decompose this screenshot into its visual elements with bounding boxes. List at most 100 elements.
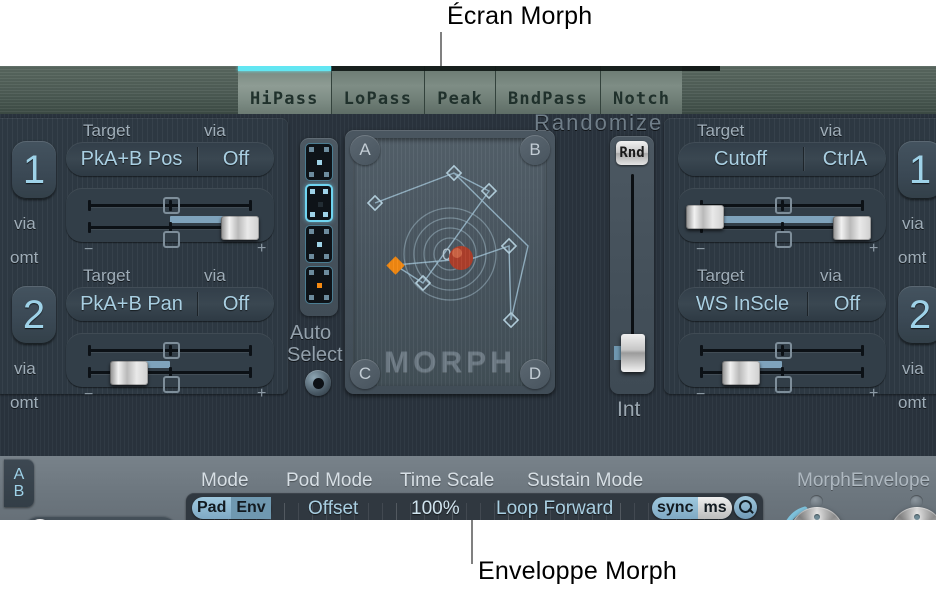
right-slot2-value-pill[interactable]: WS InScle Off xyxy=(678,287,886,321)
left-slot2-amount-label: omt xyxy=(10,393,39,412)
left-slot2-plus: + xyxy=(257,385,267,402)
randomize-int-label: Int xyxy=(617,398,641,421)
filter-type-tabs: HiPass LoPass Peak BndPass Notch xyxy=(238,66,683,114)
morph-pad-start-point xyxy=(386,256,405,275)
envelope-mode-pad[interactable]: Pad xyxy=(192,497,231,519)
modulation-knob-wrapper xyxy=(881,495,936,520)
morph-pad-frame: 0 MORPH A B C D xyxy=(345,130,555,394)
tab-peak[interactable]: Peak xyxy=(425,66,496,114)
right-slot2-plus: + xyxy=(869,385,879,402)
right-slot1-slider-knob-high[interactable] xyxy=(833,216,871,240)
tab-indicator xyxy=(425,66,495,71)
right-slot1-minus: − xyxy=(696,241,706,258)
left-slot2-via-handle-top[interactable] xyxy=(163,342,180,359)
right-slot1-slider-knob-low[interactable] xyxy=(686,205,724,229)
tab-hipass-label: HiPass xyxy=(250,89,319,109)
randomize-slider-knob[interactable] xyxy=(621,334,645,372)
left-slot1-number: 1 xyxy=(12,141,56,199)
morph-envelope-display[interactable]: Pad Env Offset 100% Loop Forward sync ms… xyxy=(186,493,763,520)
left-slot2-number: 2 xyxy=(12,286,56,344)
left-slot2-target-value[interactable]: PkA+B Pan xyxy=(66,293,197,316)
auto-select-label-line2: Select xyxy=(287,344,343,366)
pad-preset-button-2[interactable] xyxy=(305,184,333,222)
envelope-ms-option[interactable]: ms xyxy=(698,497,732,519)
tab-notch[interactable]: Notch xyxy=(601,66,683,114)
right-slot2-number: 2 xyxy=(898,286,936,344)
left-slot1-amount-label: omt xyxy=(10,248,39,267)
pad-preset-button-4[interactable] xyxy=(305,266,333,304)
left-slot2-via-value[interactable]: Off xyxy=(198,293,274,316)
tab-hipass[interactable]: HiPass xyxy=(238,66,332,114)
randomize-track xyxy=(631,174,634,342)
right-slot1-via-value[interactable]: CtrlA xyxy=(804,148,886,171)
tab-indicator xyxy=(495,66,601,71)
morph-corner-a[interactable]: A xyxy=(350,135,380,165)
right-slot2-via-label: via xyxy=(902,359,924,378)
left-slot2-value-pill[interactable]: PkA+B Pan Off xyxy=(66,287,274,321)
left-slot1-via-value[interactable]: Off xyxy=(198,148,274,171)
morph-pad-surface[interactable]: 0 MORPH xyxy=(353,138,547,386)
envelope-pod-mode-value[interactable]: Offset xyxy=(308,498,358,520)
right-slot1-via-handle-bottom[interactable] xyxy=(775,231,792,248)
tab-indicator xyxy=(601,66,683,71)
envelope-sync-option[interactable]: sync xyxy=(652,497,698,519)
envelope-sustain-mode-value[interactable]: Loop Forward xyxy=(496,498,613,520)
left-slot1-via-handle-top[interactable] xyxy=(163,197,180,214)
left-slot1-minus: − xyxy=(84,241,94,258)
right-slot1-value-pill[interactable]: Cutoff CtrlA xyxy=(678,142,886,176)
envelope-mode-toggle[interactable]: Pad Env xyxy=(192,497,271,519)
morph-pad-graphics: 0 xyxy=(366,164,529,329)
envelope-mode-env[interactable]: Env xyxy=(231,497,271,519)
tab-bndpass[interactable]: BndPass xyxy=(495,66,602,114)
pad-preset-button-3[interactable] xyxy=(305,225,333,263)
randomize-value-tick xyxy=(614,346,621,360)
ab-compare-button[interactable]: A B xyxy=(4,459,34,507)
right-slot2-target-header: Target xyxy=(697,266,745,285)
left-slot1-plus: + xyxy=(257,240,267,257)
auto-select-led[interactable] xyxy=(305,370,331,396)
left-slot2-slider-knob[interactable] xyxy=(110,361,148,385)
left-slot1-target-value[interactable]: PkA+B Pos xyxy=(66,148,197,171)
right-slot2-target-value[interactable]: WS InScle xyxy=(678,293,807,316)
left-slot1-value-pill[interactable]: PkA+B Pos Off xyxy=(66,142,274,176)
record-trigger-control[interactable]: R Note+Mve xyxy=(23,516,178,520)
left-slot1-slider-knob[interactable] xyxy=(221,216,259,240)
right-slot2-via-handle-top[interactable] xyxy=(775,342,792,359)
left-slot1-target-header: Target xyxy=(83,121,131,140)
magnifier-icon[interactable] xyxy=(734,496,757,519)
right-slot2-via-handle-bottom[interactable] xyxy=(775,376,792,393)
right-slot2-via-header: via xyxy=(820,266,842,285)
right-slot1-via-handle-top[interactable] xyxy=(775,197,792,214)
left-slot2-target-header: Target xyxy=(83,266,131,285)
ab-button-b: B xyxy=(13,483,25,500)
caption-top: Écran Morph xyxy=(447,2,593,30)
right-slot1-plus: + xyxy=(869,240,879,257)
tab-lopass-label: LoPass xyxy=(343,89,413,109)
tab-active-indicator xyxy=(238,66,331,71)
modulation-knob[interactable] xyxy=(890,507,936,520)
left-slot2-via-handle-bottom[interactable] xyxy=(163,376,180,393)
envelope-sync-toggle[interactable]: sync ms xyxy=(652,497,732,519)
envelope-time-scale-value[interactable]: 100% xyxy=(411,498,460,520)
right-slot2-slider-knob[interactable] xyxy=(722,361,760,385)
left-slot1-via-handle-bottom[interactable] xyxy=(163,231,180,248)
record-icon[interactable]: R xyxy=(27,519,53,520)
pad-preset-button-1[interactable] xyxy=(305,143,333,181)
right-slot1-target-value[interactable]: Cutoff xyxy=(678,148,803,171)
morph-corner-d[interactable]: D xyxy=(520,359,550,389)
morph-envelope-section-title: MorphEnvelope xyxy=(797,470,931,491)
header-mode: Mode xyxy=(201,470,249,491)
header-time-scale: Time Scale xyxy=(400,470,495,491)
right-slot1-number: 1 xyxy=(898,141,936,199)
right-slot2-via-value[interactable]: Off xyxy=(808,293,886,316)
left-slot2-via-label: via xyxy=(14,359,36,378)
left-slot2-minus: − xyxy=(84,386,94,403)
morph-corner-b[interactable]: B xyxy=(520,135,550,165)
tab-bndpass-label: BndPass xyxy=(507,89,589,109)
morph-corner-c[interactable]: C xyxy=(350,359,380,389)
randomize-button[interactable]: Rnd xyxy=(616,141,648,165)
depth-knob-wrapper xyxy=(781,495,853,520)
tab-lopass[interactable]: LoPass xyxy=(331,66,426,114)
right-slot1-via-header: via xyxy=(820,121,842,140)
tab-notch-label: Notch xyxy=(613,89,671,109)
